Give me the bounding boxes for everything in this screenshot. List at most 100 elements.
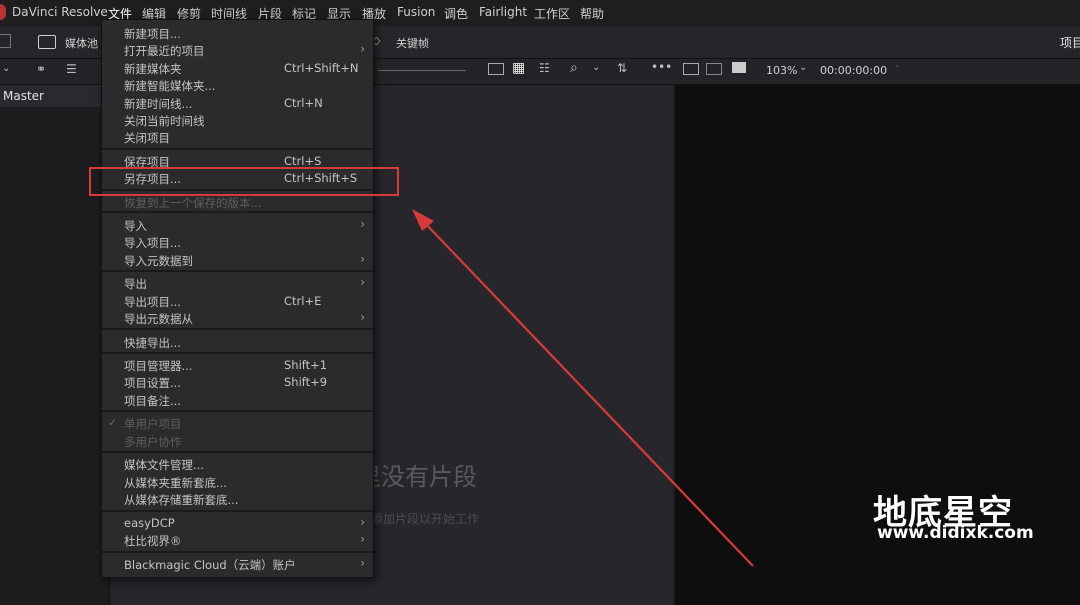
menu-item-label: 新建项目... [124,27,181,41]
file-menu-item[interactable]: 导入元数据到 › [102,252,373,269]
menu-item-label: 从媒体夹重新套底... [124,476,227,490]
menu-item-label: 导出元数据从 [124,312,193,326]
menu-item-shortcut: Ctrl+N [284,96,323,110]
file-menu-item[interactable]: 项目设置... Shift+9 [102,374,373,391]
menu-item-shortcut: Ctrl+Shift+N [284,61,359,75]
file-menu-item[interactable]: 关闭项目 [102,129,373,146]
file-menu-item[interactable]: 导出项目... Ctrl+E [102,293,373,310]
menu-item-label: 多用户协作 [124,435,182,449]
menu-fusion[interactable]: Fusion [397,5,435,19]
zoom-level[interactable]: 103% [766,64,797,77]
menu-item-label: 导入元数据到 [124,254,193,268]
file-menu-item[interactable]: 导出 › [102,275,373,292]
menu-item-label: 关闭项目 [124,131,170,145]
project-label[interactable]: 项目 [1060,34,1080,51]
file-menu-item[interactable]: 杜比视界® › [102,532,373,549]
thumbnail-view-icon[interactable] [488,63,504,75]
menu-item-shortcut: Shift+9 [284,375,328,389]
file-menu-item[interactable]: 导出元数据从 › [102,310,373,327]
submenu-chevron-icon: › [360,556,365,570]
file-menu-item[interactable]: 导入项目... [102,234,373,251]
list-view-icon[interactable]: ☷ [539,61,550,75]
menu-help[interactable]: 帮助 [580,5,604,22]
highlight-annotation [89,167,399,196]
file-menu-item[interactable]: 项目备注... [102,392,373,409]
menu-item-label: 从媒体存储重新套底... [124,493,239,507]
menu-item-label: 项目管理器... [124,359,193,373]
menu-item-label: easyDCP [124,516,175,530]
menu-item-shortcut: Shift+1 [284,358,328,372]
menu-item-label: Blackmagic Cloud（云端）账户 [124,558,296,572]
chevron-down-icon[interactable]: ⌄ [2,63,10,74]
menu-divider [102,211,373,213]
submenu-chevron-icon: › [360,275,365,289]
menu-color[interactable]: 调色 [444,5,468,22]
menu-divider [102,148,373,150]
file-menu-item[interactable]: easyDCP › [102,515,373,532]
chevron-down-icon[interactable]: ⌄ [799,62,807,73]
chevron-down-icon[interactable]: ⌄ [592,62,600,73]
bin-list-header[interactable]: Master [0,85,109,107]
menu-divider [102,352,373,354]
submenu-chevron-icon: › [360,515,365,529]
file-menu-item[interactable]: 快捷导出... [102,334,373,351]
bin-list-panel [0,85,110,605]
panel-toggle-icon[interactable] [0,34,11,48]
menu-item-label: 项目备注... [124,394,181,408]
arrow-annotation [412,209,754,567]
file-menu-item[interactable]: 媒体文件管理... [102,456,373,473]
file-menu-item[interactable]: 关闭当前时间线 [102,112,373,129]
app-name[interactable]: DaVinci Resolve [12,5,108,19]
sort-icon[interactable]: ⇅ [617,61,627,75]
options-dot-icon[interactable]: · [896,62,899,71]
arrow-shaft [421,219,754,567]
submenu-chevron-icon: › [360,532,365,546]
grid-view-icon[interactable]: ▦ [512,60,525,76]
menu-item-label: 导出项目... [124,295,181,309]
file-menu-item[interactable]: 新建项目... [102,25,373,42]
menu-divider [102,328,373,330]
menu-item-label: 导出 [124,277,147,291]
file-menu-item[interactable]: Blackmagic Cloud（云端）账户 › [102,556,373,573]
more-options-icon[interactable]: ••• [651,60,672,74]
menu-item-label: 杜比视界® [124,534,182,548]
menu-item-label: 项目设置... [124,376,181,390]
search-icon[interactable]: ⌕ [570,60,578,76]
menu-item-label: 媒体文件管理... [124,458,204,472]
menu-workspace[interactable]: 工作区 [534,5,570,22]
menu-fairlight[interactable]: Fairlight [479,5,527,19]
file-menu-item: ✓ 单用户项目 [102,415,373,432]
display-icon[interactable] [732,62,746,73]
menu-item-label: 新建时间线... [124,97,193,111]
file-menu-item[interactable]: 新建媒体夹 Ctrl+Shift+N [102,60,373,77]
metadata-icon[interactable]: ☰ [66,62,77,76]
menu-divider [102,410,373,412]
link-icon[interactable]: ⚭ [36,62,46,76]
file-menu-item[interactable]: 新建时间线... Ctrl+N [102,95,373,112]
safe-area-icon[interactable] [706,63,722,75]
file-menu-dropdown: 新建项目... 打开最近的项目 › 新建媒体夹 Ctrl+Shift+N 新建智能媒体夹.… [101,19,374,578]
media-pool-icon[interactable] [38,35,56,49]
menu-divider [102,551,373,553]
menu-item-shortcut: Ctrl+S [284,154,322,168]
file-menu-item[interactable]: 新建智能媒体夹... [102,77,373,94]
file-menu-item[interactable]: 从媒体存储重新套底... [102,491,373,508]
file-menu-item: 恢复到上一个保存的版本... [102,194,373,211]
file-menu-item[interactable]: 从媒体夹重新套底... [102,474,373,491]
menu-item-label: 单用户项目 [124,417,182,431]
file-menu-item[interactable]: 打开最近的项目 › [102,42,373,59]
menu-item-label: 导入 [124,219,147,233]
keyframes-label[interactable]: 关键帧 [396,35,429,51]
zoom-slider[interactable] [378,70,466,71]
menu-item-label: 新建媒体夹 [124,62,182,76]
timecode-display[interactable]: 00:00:00:00 [820,64,887,77]
check-icon: ✓ [108,416,118,429]
file-menu-item[interactable]: 项目管理器... Shift+1 [102,357,373,374]
submenu-chevron-icon: › [360,217,365,231]
media-pool-label[interactable]: 媒体池 [65,35,98,51]
file-menu-item: 多用户协作 [102,433,373,450]
menu-item-label: 恢复到上一个保存的版本... [124,196,262,210]
viewer-mode-icon[interactable] [683,63,699,75]
submenu-chevron-icon: › [360,42,365,56]
file-menu-item[interactable]: 导入 › [102,217,373,234]
